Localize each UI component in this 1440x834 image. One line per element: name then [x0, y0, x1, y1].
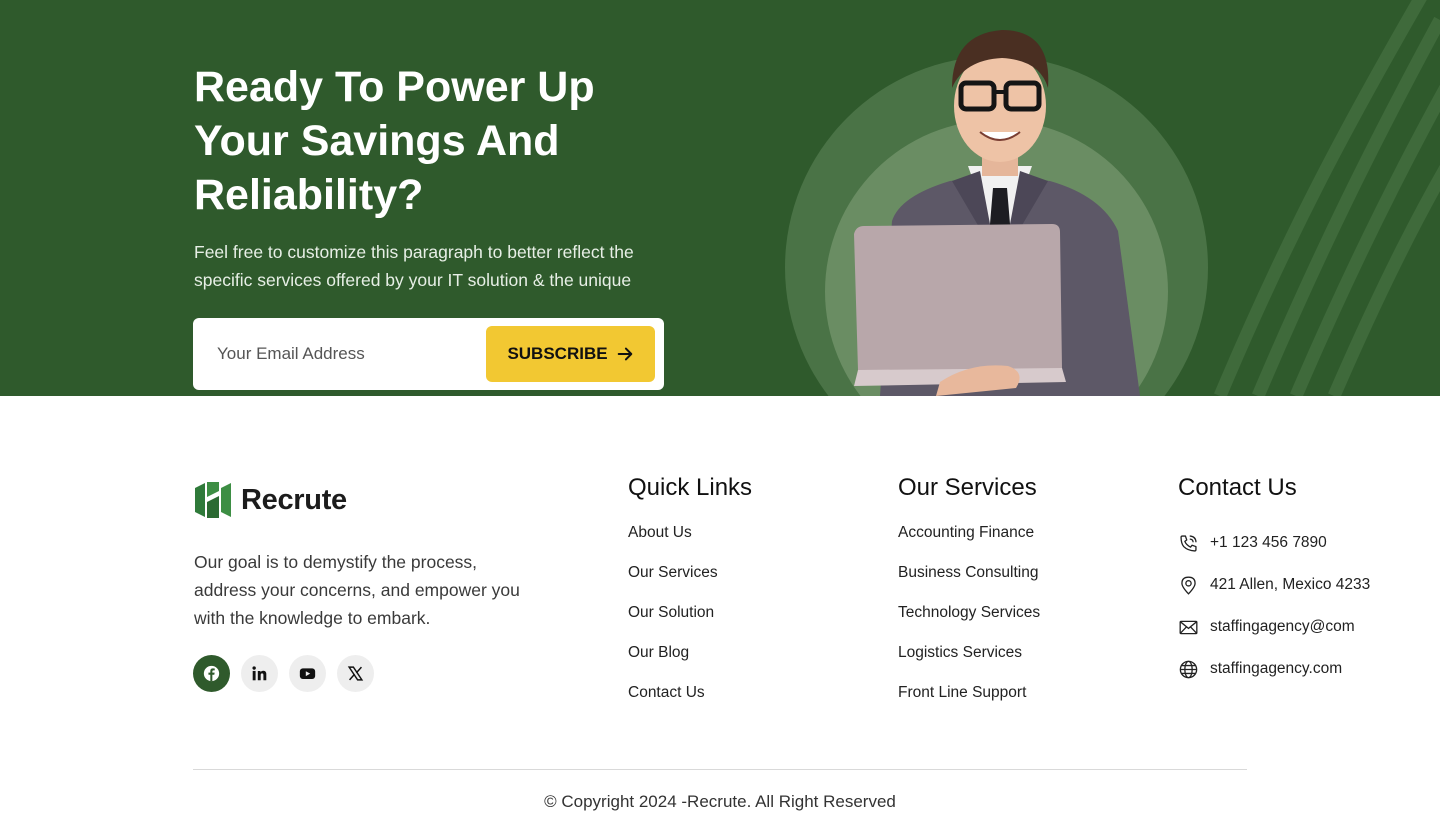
contact-title: Contact Us [1178, 474, 1297, 501]
copyright-text: © Copyright 2024 -Recrute. All Right Res… [544, 792, 896, 811]
link-our-solution[interactable]: Our Solution [628, 604, 752, 644]
contact-email[interactable]: staffingagency@com [1178, 606, 1370, 648]
service-logistics-services[interactable]: Logistics Services [898, 644, 1040, 684]
businessman-with-laptop-image [854, 30, 1140, 396]
email-input[interactable] [193, 318, 483, 390]
subscribe-button[interactable]: SUBSCRIBE [486, 326, 655, 382]
services-title: Our Services [898, 474, 1037, 501]
services-column: Our Services Accounting Finance Business… [898, 474, 1040, 724]
brand[interactable]: Recrute [193, 480, 347, 520]
phone-icon [1180, 534, 1197, 552]
subscribe-form: SUBSCRIBE [193, 318, 664, 390]
cta-description: Feel free to customize this paragraph to… [194, 242, 634, 290]
phone-text: +1 123 456 7890 [1210, 534, 1327, 551]
contact-website[interactable]: staffingagency.com [1178, 648, 1370, 690]
link-our-blog[interactable]: Our Blog [628, 644, 752, 684]
facebook-link[interactable] [193, 655, 230, 692]
facebook-icon [203, 665, 220, 682]
globe-icon [1179, 660, 1198, 678]
social-links [193, 655, 374, 692]
link-our-services[interactable]: Our Services [628, 564, 752, 604]
contact-phone[interactable]: +1 123 456 7890 [1178, 522, 1370, 564]
contact-address: 421 Allen, Mexico 4233 [1178, 564, 1370, 606]
link-about-us[interactable]: About Us [628, 524, 752, 564]
brand-logo-icon [195, 482, 231, 518]
footer-divider [193, 769, 1247, 770]
email-text: staffingagency@com [1210, 618, 1355, 635]
youtube-link[interactable] [289, 655, 326, 692]
address-text: 421 Allen, Mexico 4233 [1210, 576, 1371, 593]
arrow-right-icon [617, 347, 632, 361]
subscribe-label: SUBSCRIBE [507, 344, 608, 363]
brand-name: Recrute [241, 483, 347, 516]
service-technology-services[interactable]: Technology Services [898, 604, 1040, 644]
cta-title: Ready To Power Up Your Savings And Relia… [194, 63, 595, 219]
link-contact-us[interactable]: Contact Us [628, 684, 752, 724]
x-link[interactable] [337, 655, 374, 692]
service-accounting-finance[interactable]: Accounting Finance [898, 524, 1040, 564]
x-icon [347, 666, 364, 681]
location-pin-icon [1181, 576, 1196, 595]
mail-icon [1179, 620, 1198, 634]
newsletter-banner: Ready To Power Up Your Savings And Relia… [0, 0, 1440, 396]
service-business-consulting[interactable]: Business Consulting [898, 564, 1040, 604]
quick-links-column: Quick Links About Us Our Services Our So… [628, 474, 752, 724]
youtube-icon [299, 668, 316, 680]
linkedin-link[interactable] [241, 655, 278, 692]
quick-links-title: Quick Links [628, 474, 753, 501]
service-front-line-support[interactable]: Front Line Support [898, 684, 1040, 724]
decorative-stripes [1214, 0, 1440, 396]
linkedin-icon [252, 666, 267, 681]
website-text: staffingagency.com [1210, 660, 1343, 677]
footer-about-text: Our goal is to demystify the process, ad… [194, 552, 520, 628]
contact-column: Contact Us +1 123 456 7890 421 Allen, Me… [1178, 474, 1370, 690]
